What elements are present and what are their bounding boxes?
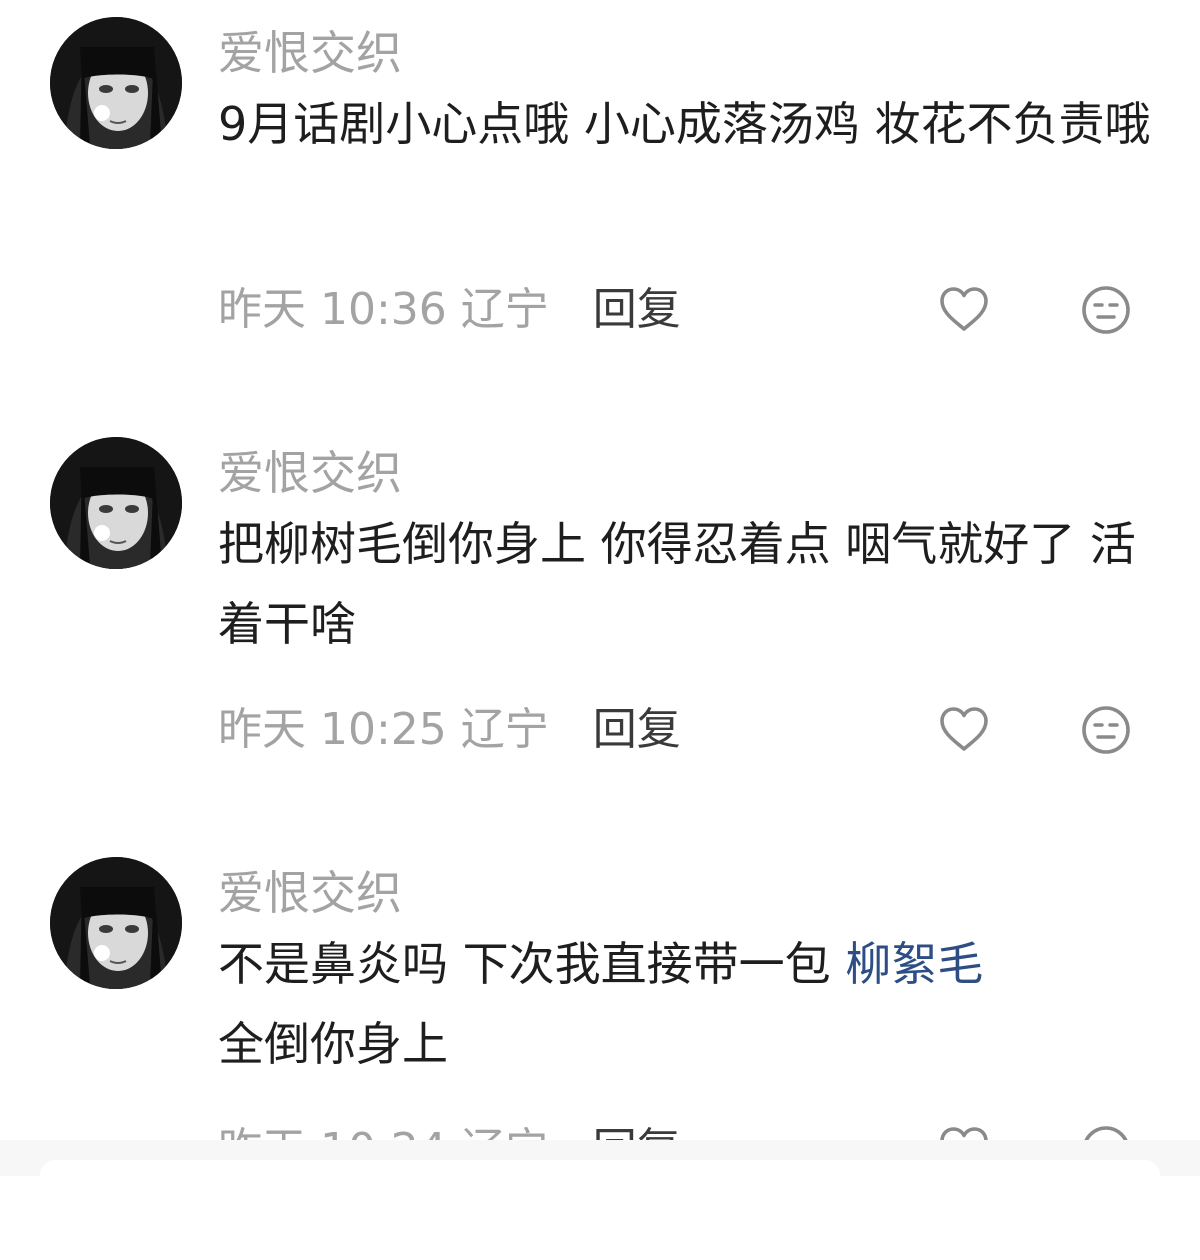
comment-text: 把柳树毛倒你身上 你得忍着点 咽气就好了 活着干啥 [218, 504, 1168, 664]
username[interactable]: 爱恨交织 [218, 22, 402, 84]
comment-location: 辽宁 [460, 284, 549, 335]
reply-button[interactable]: 回复 [593, 704, 681, 755]
comment-text-main: 9月话剧小心点哦 小心成落汤鸡 妆花不负责哦 [218, 97, 1151, 151]
comment-time: 昨天 10:36 [218, 284, 447, 335]
comment-text-main: 不是鼻炎吗 下次我直接带一包 [218, 937, 846, 991]
avatar[interactable] [50, 437, 182, 569]
reply-button[interactable]: 回复 [593, 284, 681, 335]
hashtag-link[interactable]: 柳絮毛 [845, 937, 983, 991]
username[interactable]: 爱恨交织 [218, 442, 402, 504]
comment-time: 昨天 10:25 [218, 704, 447, 755]
bottom-input-card[interactable] [40, 1160, 1160, 1190]
neutral-face-icon[interactable] [1078, 282, 1134, 338]
comment-text-tail: 全倒你身上 [218, 1017, 448, 1071]
avatar[interactable] [50, 857, 182, 989]
comment-item: 爱恨交织 不是鼻炎吗 下次我直接带一包 柳絮毛全倒你身上 昨天 10:24 辽宁… [0, 840, 1200, 1260]
comment-meta: 昨天 10:36 辽宁 回复 [218, 278, 681, 342]
heart-outline-icon[interactable] [936, 282, 992, 338]
avatar[interactable] [50, 17, 182, 149]
comment-text: 不是鼻炎吗 下次我直接带一包 柳絮毛全倒你身上 [218, 924, 1168, 1084]
comment-text-main: 把柳树毛倒你身上 你得忍着点 咽气就好了 活着干啥 [218, 517, 1136, 651]
username[interactable]: 爱恨交织 [218, 862, 402, 924]
comment-item: 爱恨交织 9月话剧小心点哦 小心成落汤鸡 妆花不负责哦 昨天 10:36 辽宁 … [0, 0, 1200, 420]
comment-location: 辽宁 [460, 704, 549, 755]
heart-outline-icon[interactable] [936, 702, 992, 758]
comment-text: 9月话剧小心点哦 小心成落汤鸡 妆花不负责哦 [218, 84, 1168, 164]
neutral-face-icon[interactable] [1078, 702, 1134, 758]
comment-item: 爱恨交织 把柳树毛倒你身上 你得忍着点 咽气就好了 活着干啥 昨天 10:25 … [0, 420, 1200, 840]
comment-meta: 昨天 10:25 辽宁 回复 [218, 698, 681, 762]
